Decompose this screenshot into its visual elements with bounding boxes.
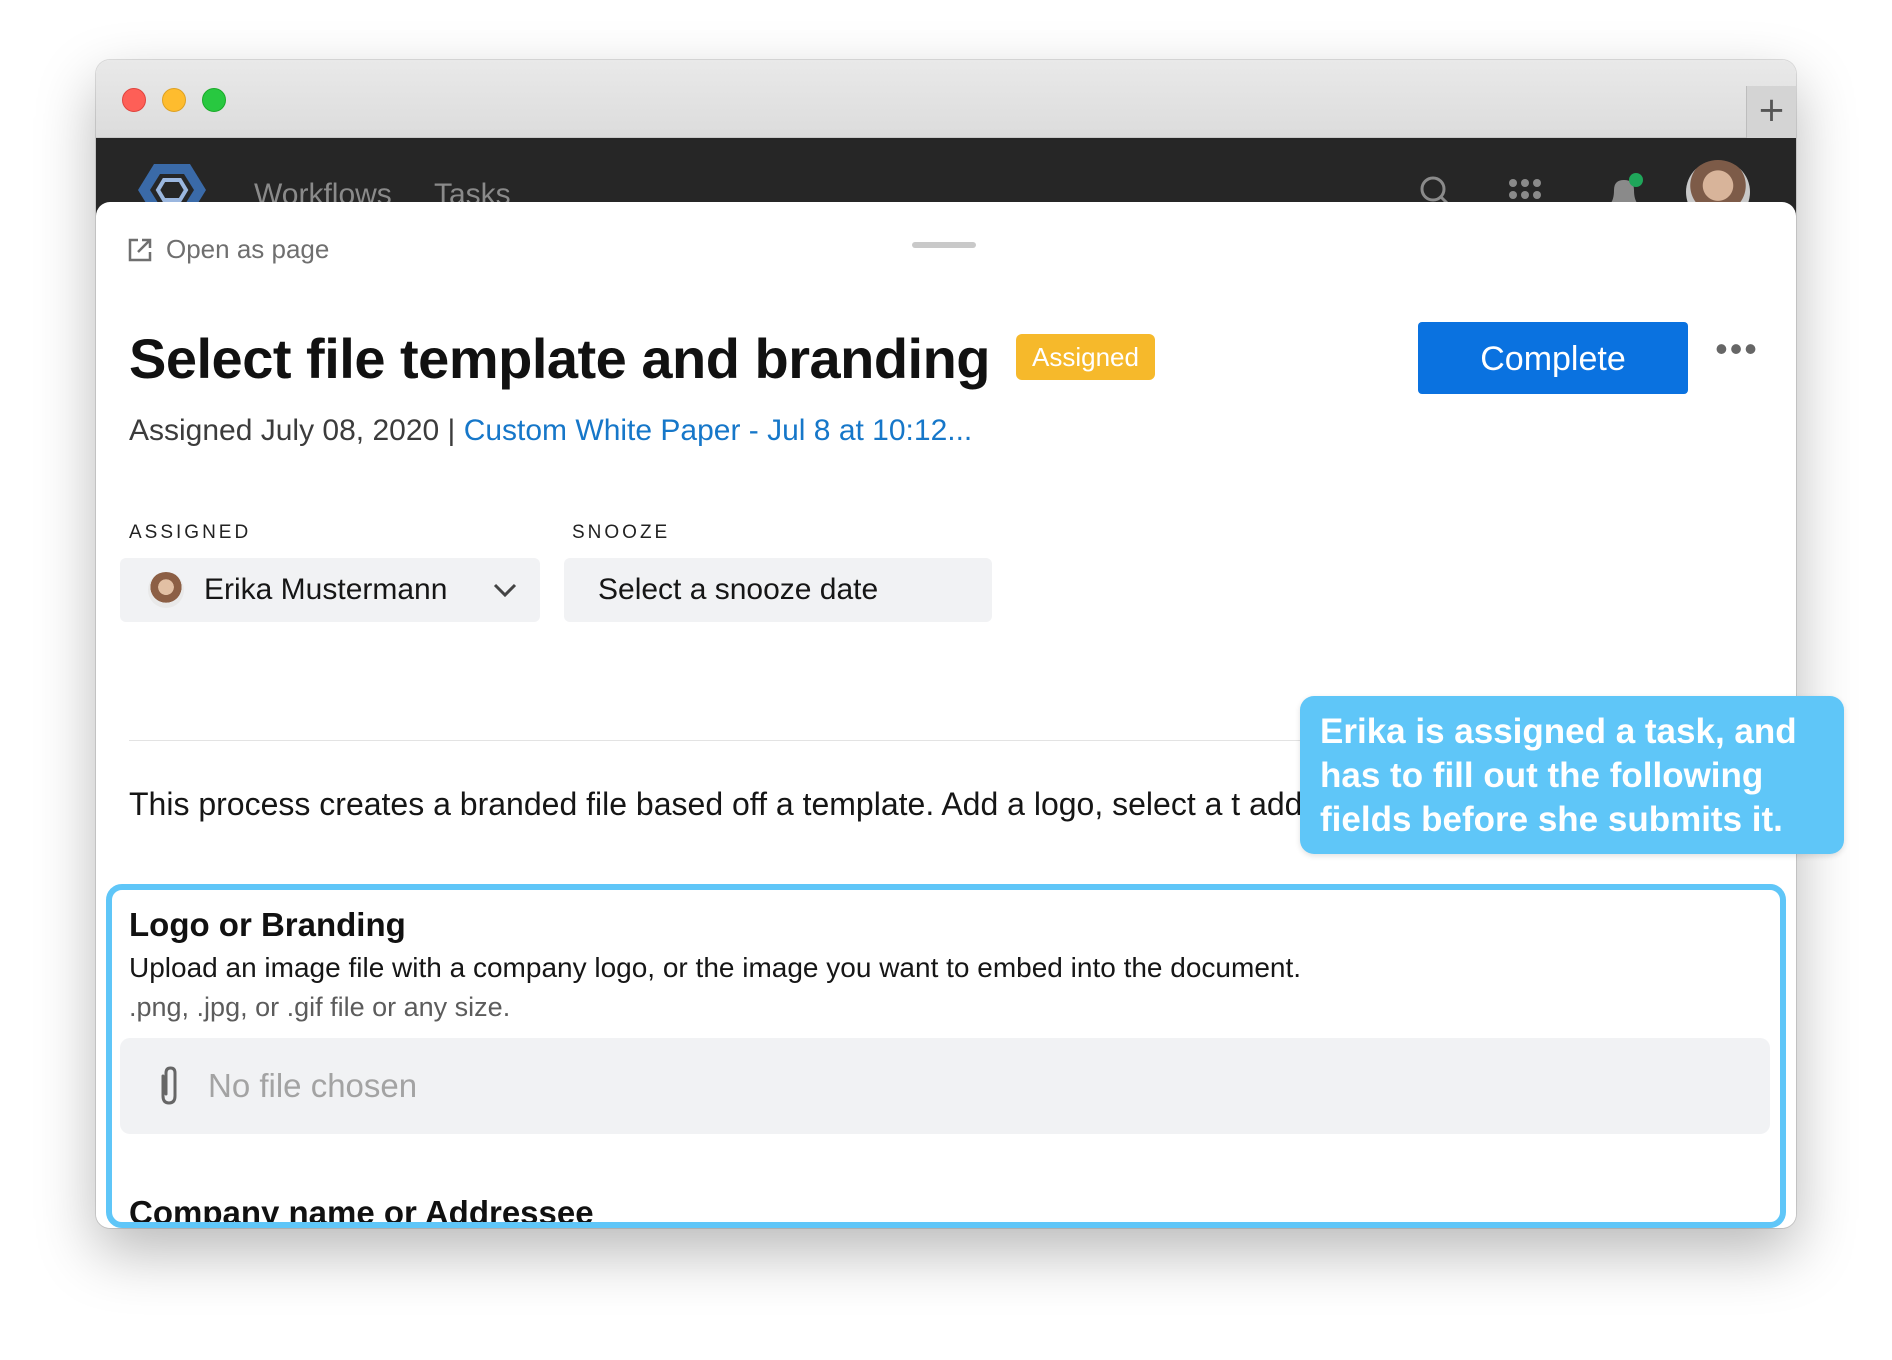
new-tab-button[interactable]: +: [1746, 86, 1796, 138]
workflow-link[interactable]: Custom White Paper - Jul 8 at 10:12...: [464, 414, 973, 447]
open-as-page-label: Open as page: [166, 234, 330, 264]
file-upload-input[interactable]: No file chosen: [120, 1038, 1770, 1134]
avatar: [148, 572, 184, 608]
status-badge: Assigned: [1016, 334, 1155, 380]
title-bar: +: [96, 60, 1796, 138]
snooze-field-label: SNOOZE: [572, 522, 671, 543]
assigned-field-label: ASSIGNED: [129, 522, 252, 543]
open-as-page-link[interactable]: Open as page: [126, 234, 329, 265]
file-placeholder: No file chosen: [208, 1067, 418, 1104]
paperclip-icon: [161, 1066, 177, 1105]
company-field-title: Company name or Addressee: [129, 1194, 594, 1228]
logo-field-hint: .png, .jpg, or .gif file or any size.: [129, 992, 511, 1022]
chevron-down-icon: [493, 583, 517, 598]
logo-field-description: Upload an image file with a company logo…: [129, 952, 1302, 983]
annotation-callout: Erika is assigned a task, and has to fil…: [1300, 696, 1844, 854]
minimize-window-button[interactable]: [162, 88, 186, 112]
assignee-name: Erika Mustermann: [204, 573, 448, 606]
complete-button[interactable]: Complete: [1418, 322, 1688, 394]
snooze-date-picker[interactable]: Select a snooze date: [564, 558, 992, 622]
task-subtitle: Assigned July 08, 2020 | Custom White Pa…: [129, 414, 972, 448]
logo-field-title: Logo or Branding: [129, 906, 406, 943]
assigned-date: Assigned July 08, 2020 |: [129, 414, 464, 447]
close-window-button[interactable]: [122, 88, 146, 112]
external-link-icon: [128, 238, 152, 261]
more-options-button[interactable]: •••: [1712, 331, 1762, 374]
zoom-window-button[interactable]: [202, 88, 226, 112]
page-title: Select file template and branding: [129, 327, 991, 390]
drag-handle[interactable]: [912, 242, 976, 248]
browser-window: + Workflows Tasks Open as page Select fi…: [96, 60, 1796, 1228]
form-fields-highlight: Logo or Branding Upload an image file wi…: [106, 884, 1786, 1228]
assignee-dropdown[interactable]: Erika Mustermann: [120, 558, 540, 622]
